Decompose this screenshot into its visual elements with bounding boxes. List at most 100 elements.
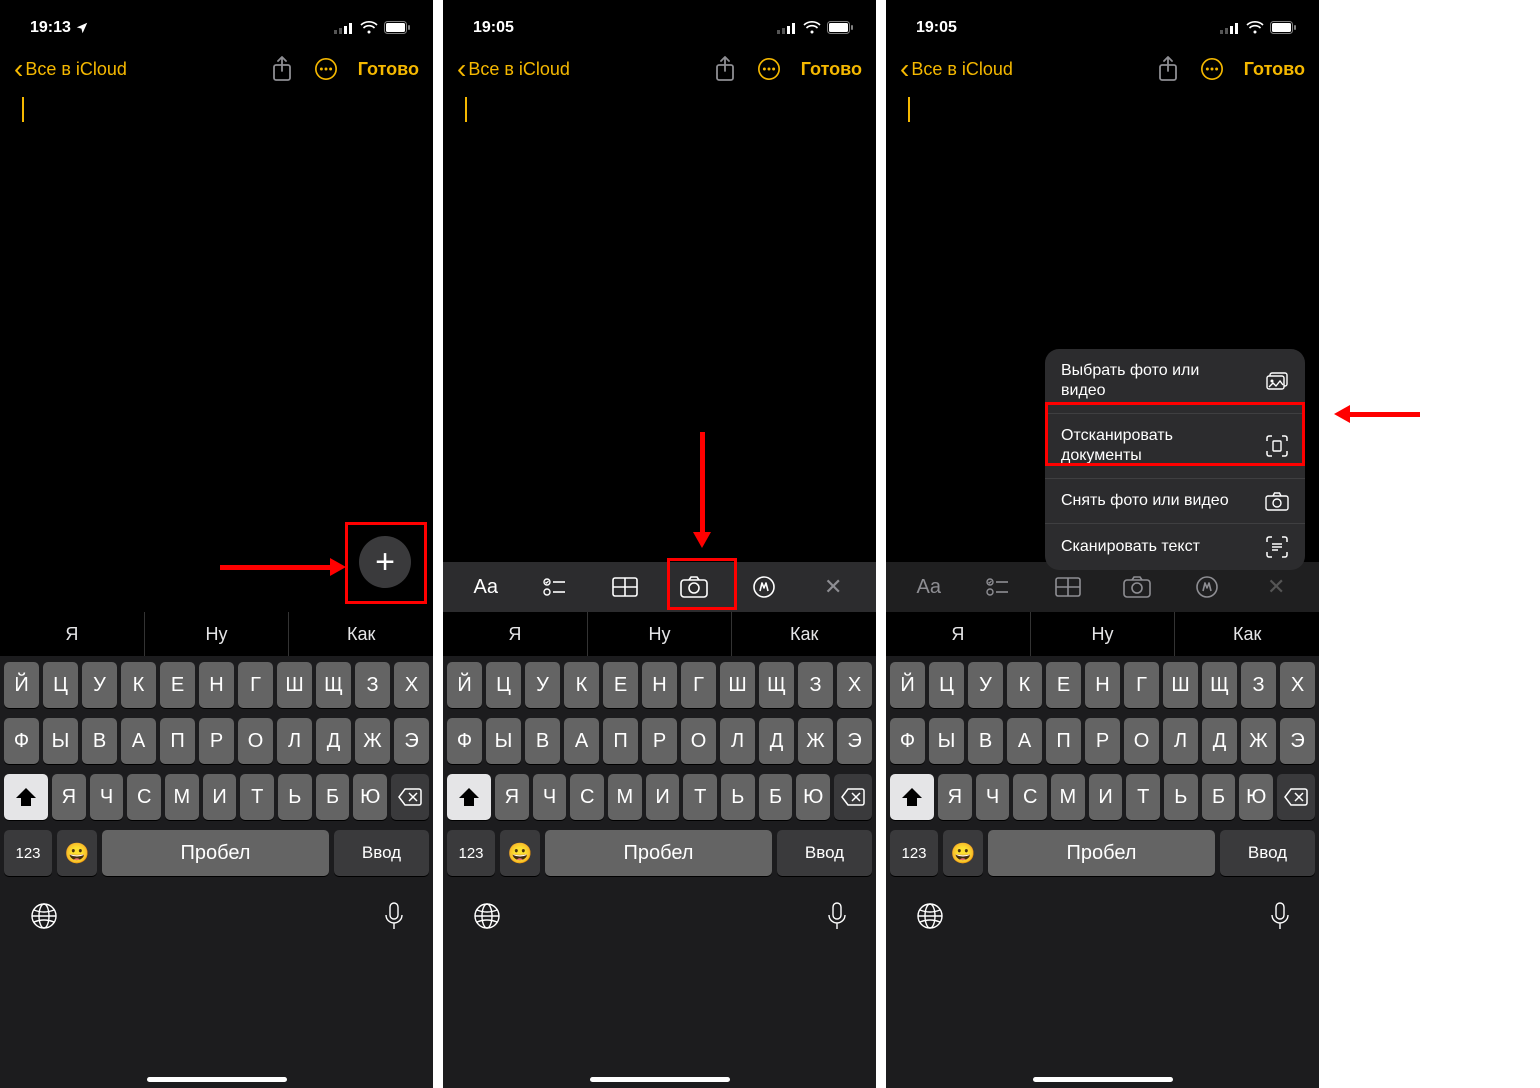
done-button[interactable]: Готово <box>801 59 862 80</box>
keyboard[interactable]: ЙЦУКЕНГШЩЗХ ФЫВАПРОЛДЖЭ ЯЧСМИТЬБЮ 123😀Пр… <box>443 656 876 1088</box>
shift-key[interactable] <box>4 774 48 820</box>
key[interactable]: Д <box>316 718 351 764</box>
key[interactable]: Х <box>837 662 872 708</box>
key[interactable]: Ф <box>447 718 482 764</box>
key[interactable]: П <box>603 718 638 764</box>
key[interactable]: Г <box>681 662 716 708</box>
more-icon[interactable] <box>314 57 338 81</box>
key[interactable]: К <box>564 662 599 708</box>
key[interactable]: Б <box>759 774 793 820</box>
globe-icon[interactable] <box>30 902 58 930</box>
backspace-key[interactable] <box>391 774 429 820</box>
key[interactable]: Ц <box>929 662 964 708</box>
key[interactable]: Ч <box>90 774 124 820</box>
home-indicator[interactable] <box>590 1077 730 1082</box>
note-body[interactable] <box>0 93 433 563</box>
camera-icon[interactable] <box>1115 567 1159 607</box>
markup-icon[interactable] <box>742 567 786 607</box>
share-icon[interactable] <box>270 57 294 81</box>
more-icon[interactable] <box>1200 57 1224 81</box>
back-chevron-icon[interactable]: ‹ <box>457 55 466 83</box>
key[interactable]: Ц <box>43 662 78 708</box>
key[interactable]: У <box>82 662 117 708</box>
emoji-key[interactable]: 😀 <box>500 830 540 876</box>
key[interactable]: Э <box>394 718 429 764</box>
back-button[interactable]: Все в iCloud <box>468 59 710 80</box>
key[interactable]: Щ <box>316 662 351 708</box>
key[interactable]: Б <box>1202 774 1236 820</box>
shift-key[interactable] <box>447 774 491 820</box>
key[interactable]: Й <box>890 662 925 708</box>
note-body[interactable] <box>443 93 876 563</box>
key[interactable]: Б <box>316 774 350 820</box>
key[interactable]: П <box>1046 718 1081 764</box>
key[interactable]: Д <box>1202 718 1237 764</box>
key[interactable]: М <box>608 774 642 820</box>
key[interactable]: О <box>238 718 273 764</box>
back-chevron-icon[interactable]: ‹ <box>14 55 23 83</box>
key[interactable]: И <box>1089 774 1123 820</box>
key[interactable]: Ш <box>277 662 312 708</box>
key[interactable]: Ж <box>355 718 390 764</box>
markup-icon[interactable] <box>1185 567 1229 607</box>
text-format-icon[interactable]: Aa <box>907 567 951 607</box>
key[interactable]: С <box>1013 774 1047 820</box>
checklist-icon[interactable] <box>533 567 577 607</box>
share-icon[interactable] <box>1156 57 1180 81</box>
suggestion-2[interactable]: Ну <box>1031 612 1176 656</box>
key[interactable]: А <box>121 718 156 764</box>
key[interactable]: П <box>160 718 195 764</box>
globe-icon[interactable] <box>473 902 501 930</box>
key[interactable]: Ф <box>890 718 925 764</box>
key[interactable]: И <box>203 774 237 820</box>
done-button[interactable]: Готово <box>358 59 419 80</box>
key[interactable]: Г <box>238 662 273 708</box>
key[interactable]: Ш <box>1163 662 1198 708</box>
suggestion-1[interactable]: Я <box>0 612 145 656</box>
add-button[interactable]: + <box>359 536 411 588</box>
key[interactable]: Ч <box>533 774 567 820</box>
backspace-key[interactable] <box>1277 774 1315 820</box>
menu-choose-photo[interactable]: Выбрать фото или видео <box>1045 349 1305 414</box>
share-icon[interactable] <box>713 57 737 81</box>
suggestion-3[interactable]: Как <box>732 612 876 656</box>
key[interactable]: О <box>681 718 716 764</box>
enter-key[interactable]: Ввод <box>334 830 429 876</box>
space-key[interactable]: Пробел <box>988 830 1215 876</box>
key[interactable]: А <box>1007 718 1042 764</box>
key[interactable]: Ы <box>486 718 521 764</box>
menu-scan-text[interactable]: Сканировать текст <box>1045 524 1305 570</box>
close-toolbar-icon[interactable]: ✕ <box>1254 567 1298 607</box>
key[interactable]: Я <box>938 774 972 820</box>
close-toolbar-icon[interactable]: ✕ <box>811 567 855 607</box>
key[interactable]: Ы <box>43 718 78 764</box>
key[interactable]: Е <box>603 662 638 708</box>
key[interactable]: Х <box>394 662 429 708</box>
key[interactable]: Т <box>240 774 274 820</box>
key[interactable]: Л <box>1163 718 1198 764</box>
key[interactable]: В <box>82 718 117 764</box>
key[interactable]: М <box>165 774 199 820</box>
key[interactable]: Р <box>1085 718 1120 764</box>
backspace-key[interactable] <box>834 774 872 820</box>
done-button[interactable]: Готово <box>1244 59 1305 80</box>
suggestion-1[interactable]: Я <box>886 612 1031 656</box>
home-indicator[interactable] <box>147 1077 287 1082</box>
key[interactable]: О <box>1124 718 1159 764</box>
camera-icon[interactable] <box>672 567 716 607</box>
key[interactable]: С <box>127 774 161 820</box>
key[interactable]: И <box>646 774 680 820</box>
back-button[interactable]: Все в iCloud <box>911 59 1153 80</box>
table-icon[interactable] <box>1046 567 1090 607</box>
key[interactable]: К <box>121 662 156 708</box>
numeric-key[interactable]: 123 <box>890 830 938 876</box>
key[interactable]: У <box>968 662 1003 708</box>
key[interactable]: Ь <box>1164 774 1198 820</box>
numeric-key[interactable]: 123 <box>447 830 495 876</box>
numeric-key[interactable]: 123 <box>4 830 52 876</box>
key[interactable]: В <box>968 718 1003 764</box>
menu-take-photo[interactable]: Снять фото или видео <box>1045 479 1305 524</box>
text-format-icon[interactable]: Aa <box>464 567 508 607</box>
key[interactable]: Ю <box>353 774 387 820</box>
key[interactable]: Т <box>1126 774 1160 820</box>
